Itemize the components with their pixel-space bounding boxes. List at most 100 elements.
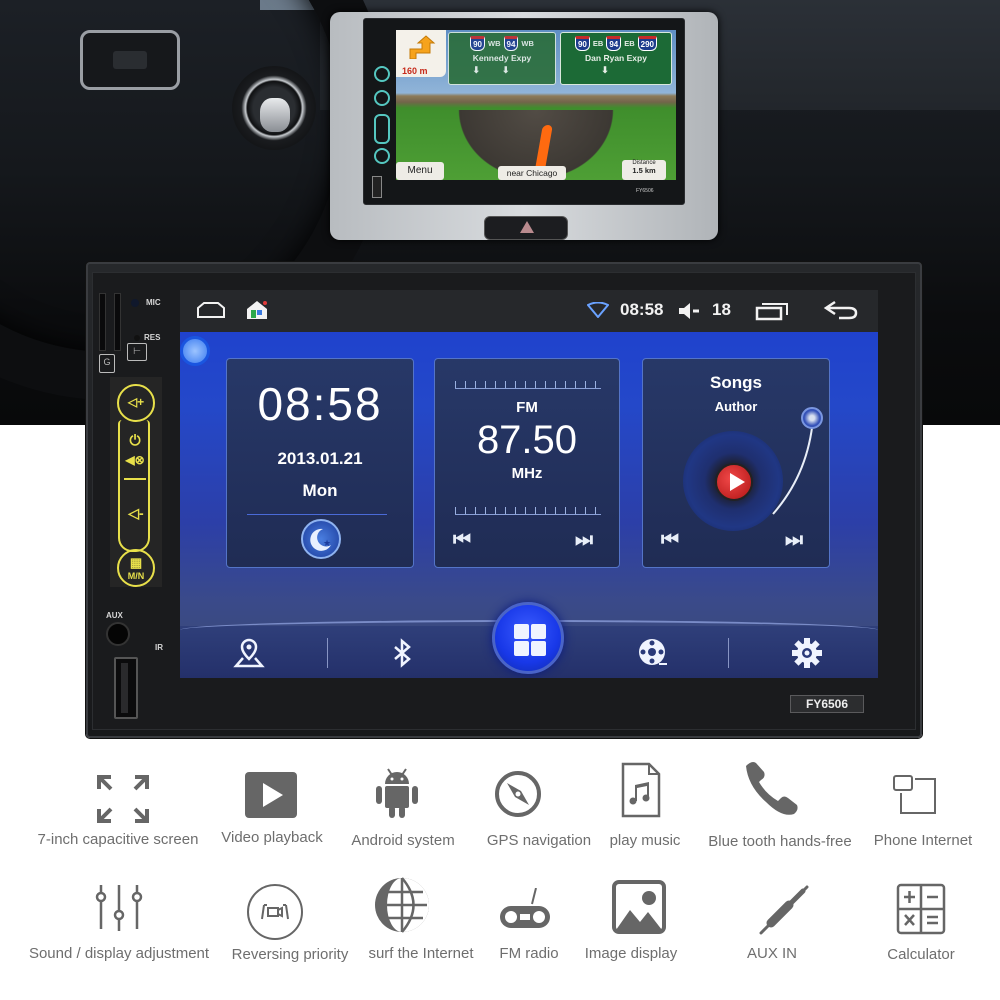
divider [124,478,146,480]
grid-icon: ▦ [129,555,143,570]
usb-port[interactable] [114,657,138,719]
nav-distance-box: Distance 1.5 km [622,160,666,180]
reset-hole[interactable] [134,335,140,341]
shield-90: 90 [470,36,485,51]
mic-hole [131,299,139,307]
clock-day: Mon [302,481,338,500]
tonearm [772,418,814,515]
reverse-camera-icon [247,884,303,940]
feature-label: play music [609,832,681,849]
android-icon [376,768,418,818]
feature-label: Calculator [887,946,955,963]
music-play-button[interactable] [715,463,753,501]
mini-vol-down-icon [374,114,390,144]
feature-label: 7-inch capacitive screen [37,831,199,848]
volume-icon[interactable] [678,302,700,320]
power-button[interactable]: ⏻ [124,432,146,449]
feature-label: Blue tooth hands-free [708,833,852,850]
feature-label: Android system [351,832,455,849]
direction-wb: WB [521,39,534,48]
screen-mirror-icon [893,775,936,814]
res-label: RES [144,333,161,342]
shield-90: 90 [574,36,590,51]
volume-level: 18 [712,300,731,319]
volume-up-icon: ◁+ [127,395,145,409]
aux-label: AUX [106,611,123,620]
radio-next-button[interactable]: ⏭ [575,529,593,552]
radio-widget[interactable]: FM 87.50 MHz ⏮ ⏭ [434,358,620,568]
volume-down-button[interactable]: ◁- [120,505,152,522]
android-home-screen: 08:58 18 08:58 2013.01.21 Mon ★ FM 87.50… [180,290,878,678]
aux-jack[interactable] [106,622,130,646]
mini-model-label: FY6506 [636,188,654,194]
sd-card-icon: ⊢ [127,343,147,361]
radio-icon [500,888,550,928]
radio-band: FM [516,399,538,416]
sign-name: Dan Ryan Expy [585,53,647,63]
image-icon [612,880,666,934]
radio-prev-button[interactable]: ⏮ [453,529,471,552]
navigation-icon[interactable] [232,636,266,670]
turn-instruction: 160 m [396,30,446,77]
mute-button[interactable]: ◀⊗ [120,453,150,467]
apps-grid-tile [531,624,546,639]
aux-jack-icon [759,885,809,935]
gps-navigation-screen: 160 m 90 WB 94 WB Kennedy Expy ⬇⬇ 90 EB … [396,30,676,180]
settings-gear-icon[interactable] [790,636,824,670]
floating-assistive-button[interactable] [180,336,210,366]
mini-vol-up-icon [374,66,390,82]
model-badge: FY6506 [790,695,864,713]
radio-unit: MHz [511,465,543,482]
menu-button[interactable]: ▦ M/N [117,549,155,587]
app-store-icon[interactable] [246,300,268,320]
shield-94: 94 [503,36,519,51]
night-mode-icon[interactable]: ★ [301,519,341,559]
feature-label: FM radio [499,945,559,962]
mini-power-icon [374,90,390,106]
back-icon[interactable] [823,300,859,320]
play-icon [245,772,297,818]
feature-label: Sound / display adjustment [28,945,210,962]
clock-widget[interactable]: 08:58 2013.01.21 Mon ★ [226,358,414,568]
music-title: Songs [710,373,762,392]
volume-up-button[interactable]: ◁+ [117,384,155,422]
apps-grid-tile [514,641,529,656]
shield-290: 290 [637,36,657,51]
down-arrow-icon: ⬇⬇ [472,65,532,75]
shield-94: 94 [606,36,622,51]
frequency-scale-top [455,381,601,389]
apps-launcher-button[interactable] [492,602,564,674]
video-reel-icon[interactable] [635,636,669,670]
clock-date: 2013.01.21 [277,449,363,468]
music-file-icon [621,762,661,818]
calculator-icon [896,883,946,935]
dock-separator [327,638,328,668]
mic-label: MIC [146,298,161,307]
home-icon[interactable] [196,301,226,319]
apps-grid-tile [514,624,529,639]
mini-usb-port [372,176,382,198]
nav-menu-button[interactable]: Menu [396,162,444,180]
divider [247,514,387,515]
phone-icon [746,762,798,815]
recent-apps-icon[interactable] [755,301,789,321]
distance-value: 1.5 km [632,166,656,175]
music-prev-button[interactable]: ⏮ [661,529,679,552]
expand-icon [97,775,149,823]
apps-grid-tile [531,641,546,656]
direction-wb: WB [488,39,501,48]
feature-label: Video playback [221,829,323,846]
feature-label: GPS navigation [486,832,592,849]
card-slot [99,293,106,351]
music-next-button[interactable]: ⏭ [785,529,803,552]
status-bar: 08:58 18 [180,290,878,332]
card-slot [114,293,121,351]
dock-separator [728,638,729,668]
tonearm-knob-icon [801,407,823,429]
svg-text:★: ★ [323,538,331,548]
music-widget[interactable]: Songs Author ⏮ ⏭ [642,358,830,568]
bluetooth-icon[interactable] [385,636,419,670]
highway-sign-dan-ryan: 90 EB 94 EB 290 Dan Ryan Expy ⬇ [560,32,672,85]
ir-label: IR [155,643,163,652]
globe-icon [375,877,429,933]
